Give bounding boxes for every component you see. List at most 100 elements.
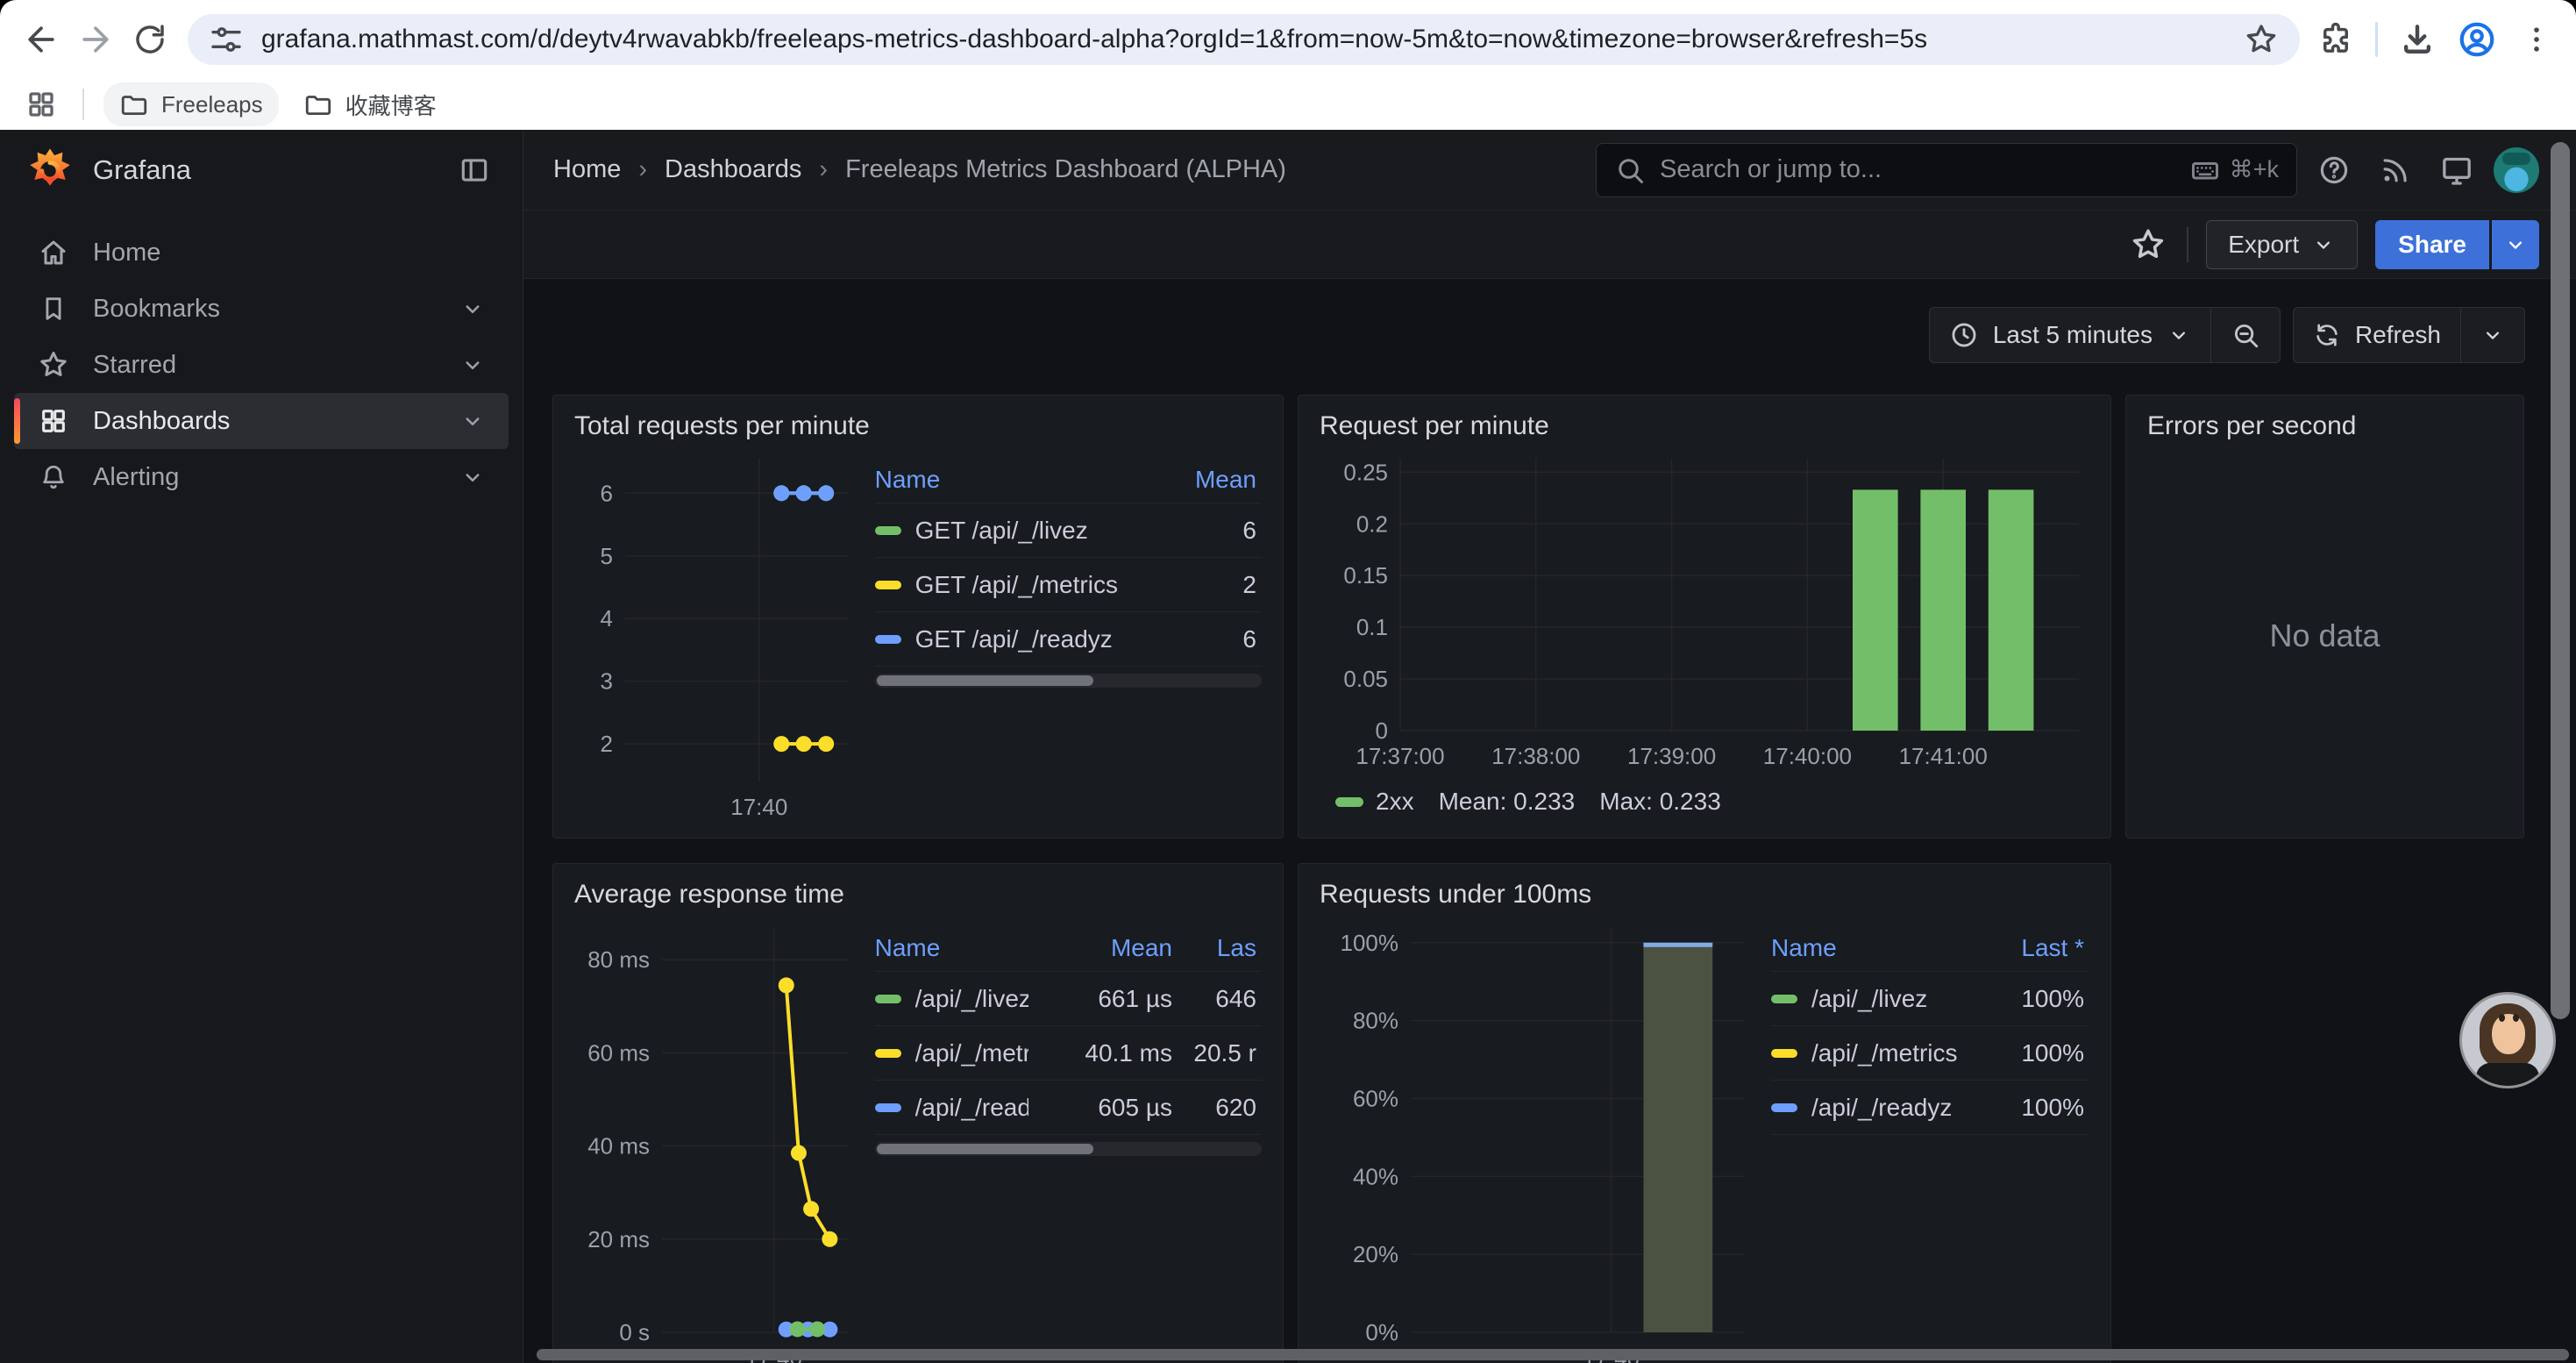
apps-grid-icon[interactable] xyxy=(19,85,63,124)
profile-icon[interactable] xyxy=(2451,14,2502,65)
svg-text:60 ms: 60 ms xyxy=(587,1039,650,1066)
legend-row[interactable]: /api/_/livez100% xyxy=(1771,971,2089,1025)
horizontal-scrollbar[interactable] xyxy=(537,1349,2569,1360)
url-text[interactable]: grafana.mathmast.com/d/deytv4rwavabkb/fr… xyxy=(261,25,2230,54)
extensions-icon[interactable] xyxy=(2310,14,2361,65)
legend-column-header[interactable]: Name xyxy=(875,934,1028,962)
news-icon[interactable] xyxy=(2371,146,2420,195)
series-name: /api/_/livez xyxy=(1811,985,1927,1013)
panel-average-response-time[interactable]: Average response time 0 s20 ms40 ms60 ms… xyxy=(552,863,1284,1363)
bookmark-folder-freeleaps[interactable]: Freeleaps xyxy=(103,82,279,126)
refresh-icon xyxy=(2313,321,2341,349)
panel-title[interactable]: Request per minute xyxy=(1299,396,2110,445)
back-icon[interactable] xyxy=(14,12,68,67)
legend-row[interactable]: GET /api/_/readyz6 xyxy=(875,611,1262,666)
legend-row[interactable]: /api/_/readyz605 µs620 xyxy=(875,1080,1262,1134)
legend-column-header[interactable]: Last * xyxy=(1975,934,2089,962)
bookmarks-bar: Freeleaps 收藏博客 xyxy=(0,79,2576,130)
chevron-down-icon xyxy=(2480,323,2505,347)
url-bar[interactable]: grafana.mathmast.com/d/deytv4rwavabkb/fr… xyxy=(188,14,2300,65)
assistant-avatar-widget[interactable] xyxy=(2462,995,2553,1086)
legend-row[interactable]: /api/_/metrics100% xyxy=(1771,1025,2089,1080)
legend-column-header[interactable]: Mean xyxy=(1028,934,1178,962)
bookmark-folder-blogs[interactable]: 收藏博客 xyxy=(288,82,452,128)
bookmark-star-icon[interactable] xyxy=(2244,22,2279,57)
panel-requests-under-100ms[interactable]: Requests under 100ms 0%20%40%60%80%100%1… xyxy=(1298,863,2111,1363)
vertical-scrollbar[interactable] xyxy=(2551,142,2570,1019)
series-color-swatch[interactable] xyxy=(875,995,901,1003)
legend-row[interactable]: /api/_/readyz100% xyxy=(1771,1080,2089,1134)
series-color-swatch[interactable] xyxy=(1771,1049,1797,1058)
legend-column-header[interactable]: Name xyxy=(1771,934,1975,962)
legend-scrollbar-thumb[interactable] xyxy=(877,675,1093,686)
series-color-swatch[interactable] xyxy=(875,526,901,535)
sidebar-item-alerting[interactable]: Alerting xyxy=(14,449,509,505)
chevron-down-icon[interactable] xyxy=(459,464,486,490)
chevron-down-icon[interactable] xyxy=(459,408,486,434)
series-value: 20.5 r xyxy=(1178,1039,1262,1067)
legend-column-header[interactable]: Name xyxy=(875,466,1148,494)
display-icon[interactable] xyxy=(2432,146,2481,195)
search-input[interactable]: Search or jump to... ⌘+k xyxy=(1596,143,2297,197)
panel-title[interactable]: Requests under 100ms xyxy=(1299,864,2110,913)
breadcrumb-home[interactable]: Home xyxy=(553,155,621,184)
legend-column-header[interactable]: Mean xyxy=(1148,466,1262,494)
series-color-swatch[interactable] xyxy=(875,581,901,589)
folder-icon xyxy=(303,89,333,119)
breadcrumb-separator: › xyxy=(819,155,828,184)
share-button[interactable]: Share xyxy=(2375,220,2539,269)
chevron-down-icon[interactable] xyxy=(459,296,486,322)
series-color-swatch[interactable] xyxy=(1771,1103,1797,1112)
forward-icon[interactable] xyxy=(68,12,123,67)
legend-table: NameLast * /api/_/livez100%/api/_/metrics… xyxy=(1759,913,2093,1363)
legend-column-header[interactable]: Las xyxy=(1178,934,1262,962)
help-icon[interactable] xyxy=(2309,146,2359,195)
sidebar-item-dashboards[interactable]: Dashboards xyxy=(14,393,509,449)
breadcrumb-dashboards[interactable]: Dashboards xyxy=(665,155,801,184)
dock-menu-icon[interactable] xyxy=(452,148,496,192)
series-color-swatch[interactable] xyxy=(875,1103,901,1112)
refresh-button[interactable]: Refresh xyxy=(2294,308,2460,362)
grafana-brand[interactable]: Grafana xyxy=(93,154,191,186)
series-color-swatch[interactable] xyxy=(875,635,901,644)
sidebar-item-starred[interactable]: Starred xyxy=(14,337,509,393)
line-chart-average-response-time: 0 s20 ms40 ms60 ms80 ms17:40 xyxy=(571,913,863,1363)
site-settings-icon[interactable] xyxy=(209,22,244,57)
legend-row[interactable]: /api/_/metrics40.1 ms20.5 r xyxy=(875,1025,1262,1080)
panel-total-requests[interactable]: Total requests per minute 2345617:40 Nam… xyxy=(552,395,1284,838)
export-button[interactable]: Export xyxy=(2206,220,2358,269)
sidebar-item-bookmarks[interactable]: Bookmarks xyxy=(14,281,509,337)
series-name: GET /api/_/metrics xyxy=(915,571,1118,599)
legend-scrollbar-thumb[interactable] xyxy=(877,1144,1093,1154)
reload-icon[interactable] xyxy=(123,12,177,67)
zoom-out-button[interactable] xyxy=(2210,308,2280,362)
legend-row[interactable]: GET /api/_/metrics2 xyxy=(875,557,1262,611)
series-color-swatch[interactable] xyxy=(1771,995,1797,1003)
grafana-logo[interactable] xyxy=(26,146,74,194)
bar-chart-request-per-minute: 00.050.10.150.20.2517:37:0017:38:0017:39… xyxy=(1316,445,2093,776)
panel-title[interactable]: Total requests per minute xyxy=(553,396,1283,445)
user-avatar[interactable] xyxy=(2494,147,2539,193)
sidebar-item-home[interactable]: Home xyxy=(14,225,509,281)
share-menu-caret[interactable] xyxy=(2492,220,2539,269)
legend-row[interactable]: GET /api/_/livez6 xyxy=(875,503,1262,557)
series-color-swatch[interactable] xyxy=(875,1049,901,1058)
time-range-picker[interactable]: Last 5 minutes xyxy=(1930,308,2210,362)
legend-scrollbar[interactable] xyxy=(875,1142,1262,1156)
panel-request-per-minute[interactable]: Request per minute 00.050.10.150.20.2517… xyxy=(1298,395,2111,838)
browser-menu-icon[interactable] xyxy=(2511,14,2562,65)
legend-series-name[interactable]: 2xx xyxy=(1376,788,1414,816)
browser-toolbar: grafana.mathmast.com/d/deytv4rwavabkb/fr… xyxy=(0,0,2576,79)
chevron-down-icon[interactable] xyxy=(459,352,486,378)
refresh-interval-caret[interactable] xyxy=(2460,308,2524,362)
downloads-icon[interactable] xyxy=(2392,14,2443,65)
panel-title[interactable]: Errors per second xyxy=(2126,396,2523,445)
panel-errors-per-second[interactable]: Errors per second No data xyxy=(2125,395,2524,838)
favorite-star-icon[interactable] xyxy=(2127,224,2169,266)
panel-title[interactable]: Average response time xyxy=(553,864,1283,913)
sidebar-item-label: Alerting xyxy=(93,463,179,492)
legend-row[interactable]: /api/_/livez661 µs646 xyxy=(875,971,1262,1025)
chevron-down-icon xyxy=(2311,232,2336,257)
series-name: GET /api/_/livez xyxy=(915,517,1088,545)
legend-scrollbar[interactable] xyxy=(875,674,1262,688)
